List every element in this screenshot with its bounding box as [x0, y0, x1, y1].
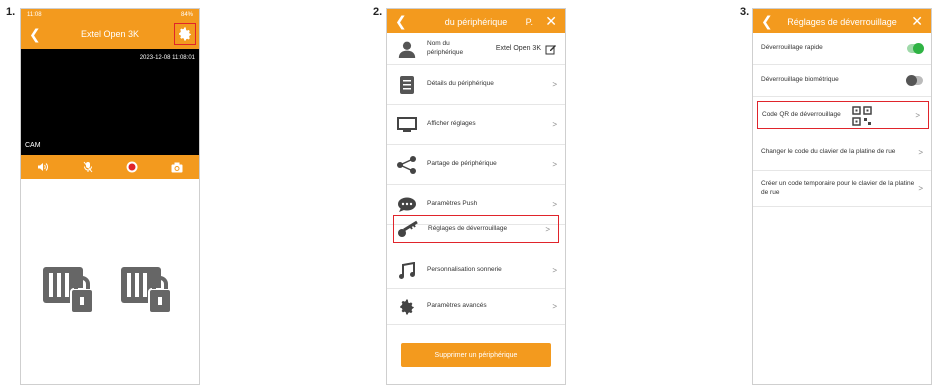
chevron-right-icon: >: [552, 266, 557, 275]
status-battery: 84%: [180, 12, 193, 18]
device-name-label: Nom du périphérique: [427, 40, 464, 56]
page-title: Réglages de déverrouillage: [787, 17, 897, 27]
list-icon: [400, 75, 414, 94]
menu-item-label: Paramètres Push: [427, 200, 478, 208]
change-keypad-code-label: Changer le code du clavier de la platine…: [761, 148, 896, 156]
phone-screen-unlock-settings: ❮ Réglages de déverrouillage ✕ Déverroui…: [752, 8, 932, 385]
volume-icon[interactable]: [33, 157, 53, 177]
camera-label: CAM: [25, 142, 41, 149]
menu-item-label: Partage de périphérique: [427, 160, 497, 168]
gate-unlock-2-icon: [121, 267, 172, 314]
top-bar: ❮ Réglages de déverrouillage ✕: [753, 9, 931, 33]
qr-code-row[interactable]: Code QR de déverrouillage >: [757, 101, 929, 129]
record-icon[interactable]: [122, 157, 142, 177]
menu-item-label: Réglages de déverrouillage: [428, 224, 508, 232]
gate-unlock-1-button[interactable]: [41, 261, 97, 317]
chevron-right-icon: >: [915, 110, 920, 120]
quick-unlock-row: Déverrouillage rapide: [753, 33, 931, 65]
close-button[interactable]: ✕: [545, 14, 557, 28]
phone-screen-live-view: 11:08 84% ❮ Extel Open 3K 2023-12-08 11:…: [20, 8, 200, 385]
snapshot-icon[interactable]: [167, 157, 187, 177]
chevron-right-icon: >: [552, 200, 557, 209]
chevron-right-icon: >: [918, 184, 923, 193]
step-number-1: 1.: [6, 6, 16, 18]
menu-item-label: Détails du périphérique: [427, 80, 494, 88]
menu-item-label: Paramètres avancés: [427, 302, 487, 310]
quick-unlock-label: Déverrouillage rapide: [761, 44, 823, 52]
temp-code-row[interactable]: Créer un code temporaire pour le clavier…: [753, 171, 931, 207]
chevron-right-icon: >: [545, 224, 550, 234]
menu-item-display-settings[interactable]: Afficher réglages >: [387, 105, 565, 145]
menu-item-ringtone[interactable]: Personnalisation sonnerie >: [387, 253, 565, 289]
edit-icon[interactable]: [545, 43, 557, 55]
biometric-unlock-label: Déverrouillage biométrique: [761, 76, 839, 84]
mic-off-icon[interactable]: [78, 157, 98, 177]
step-number-3: 3.: [740, 6, 750, 18]
qr-code-label: Code QR de déverrouillage: [762, 110, 841, 118]
biometric-unlock-toggle[interactable]: [906, 75, 923, 86]
menu-item-label: Personnalisation sonnerie: [427, 266, 502, 274]
page-title: du périphérique: [444, 17, 508, 27]
video-feed[interactable]: 2023-12-08 11:08:01 CAM: [21, 49, 199, 155]
gear-icon: [179, 27, 191, 41]
gate-unlock-2-button[interactable]: [119, 261, 175, 317]
status-time: 11:08: [27, 12, 42, 18]
close-button[interactable]: ✕: [911, 14, 923, 28]
menu-item-unlock-settings[interactable]: Réglages de déverrouillage >: [393, 215, 559, 243]
music-icon: [399, 261, 415, 279]
control-bar: [21, 155, 199, 179]
key-icon: [398, 220, 418, 237]
biometric-unlock-row: Déverrouillage biométrique: [753, 65, 931, 97]
menu-item-advanced-settings[interactable]: Paramètres avancés >: [387, 289, 565, 325]
step-number-2: 2.: [373, 6, 383, 18]
delete-device-button[interactable]: Supprimer un périphérique: [401, 343, 551, 367]
page-title: Extel Open 3K: [80, 29, 140, 39]
chevron-right-icon: >: [552, 302, 557, 311]
chevron-right-icon: >: [918, 148, 923, 157]
device-name-value: Extel Open 3K: [495, 45, 541, 52]
top-bar: 11:08 84% ❮ Extel Open 3K: [21, 9, 199, 49]
monitor-icon: [397, 116, 417, 132]
menu-item-device-sharing[interactable]: Partage de périphérique >: [387, 145, 565, 185]
change-keypad-code-row[interactable]: Changer le code du clavier de la platine…: [753, 135, 931, 171]
top-bar: ❮ du périphérique P. ✕: [387, 9, 565, 33]
chevron-right-icon: >: [552, 160, 557, 169]
qr-code-icon: [852, 106, 872, 126]
chat-icon: [398, 197, 416, 212]
chevron-right-icon: >: [552, 80, 557, 89]
chevron-right-icon: >: [552, 120, 557, 129]
page-title-truncated: P.: [525, 17, 533, 27]
gate-unlock-1-icon: [43, 267, 94, 314]
share-icon: [397, 155, 416, 174]
quick-unlock-toggle[interactable]: [907, 43, 924, 54]
settings-button[interactable]: [174, 23, 196, 45]
menu-item-device-details[interactable]: Détails du périphérique >: [387, 65, 565, 105]
user-icon: [398, 41, 416, 58]
phone-screen-device-settings: ❮ du périphérique P. ✕ Nom du périphériq…: [386, 8, 566, 385]
menu-item-label: Afficher réglages: [427, 120, 476, 128]
device-name-row[interactable]: Nom du périphérique Extel Open 3K: [387, 33, 565, 65]
video-timestamp: 2023-12-08 11:08:01: [139, 55, 195, 61]
settings-icon: [400, 299, 414, 314]
temp-code-label: Créer un code temporaire pour le clavier…: [761, 180, 915, 196]
